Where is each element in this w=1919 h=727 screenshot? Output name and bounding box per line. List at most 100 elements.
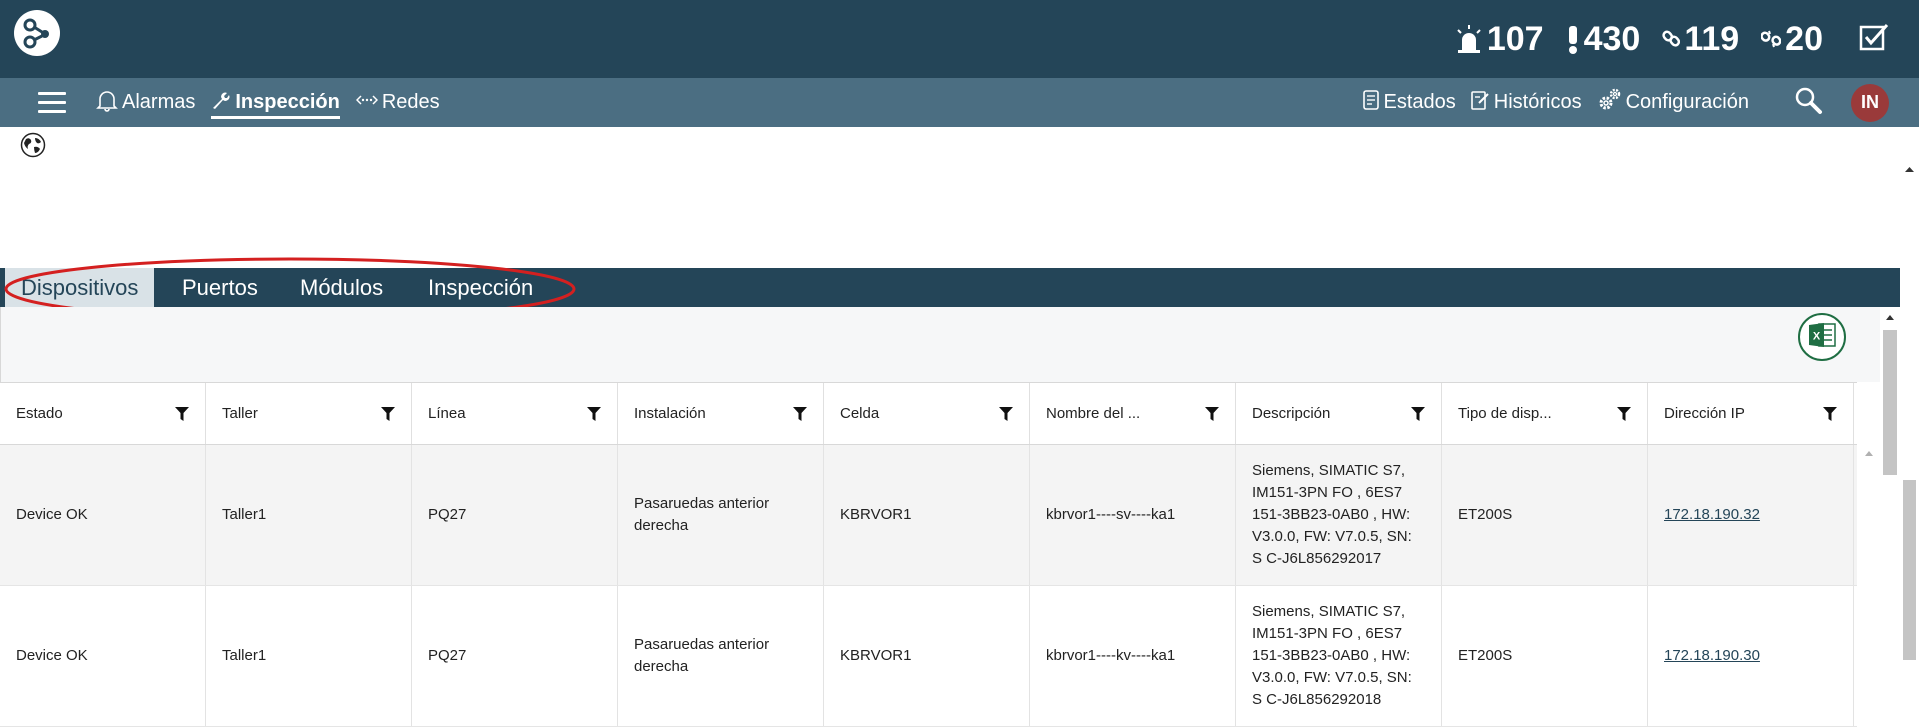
checkbox-icon[interactable] bbox=[1859, 22, 1889, 57]
column-header[interactable]: Línea bbox=[412, 383, 618, 444]
alarm-count: 107 bbox=[1486, 19, 1544, 58]
cell-linea: PQ27 bbox=[412, 586, 618, 726]
filter-icon[interactable] bbox=[1411, 406, 1425, 421]
cell-celda: KBRVOR1 bbox=[824, 445, 1030, 585]
column-title: Nombre del ... bbox=[1046, 405, 1141, 422]
cell-instalacion: Pasaruedas anterior derecha bbox=[618, 586, 824, 726]
nav-inspeccion[interactable]: Inspección bbox=[211, 78, 341, 127]
filter-icon[interactable] bbox=[999, 406, 1013, 421]
alarm-counter[interactable]: 107 bbox=[1455, 20, 1544, 59]
scroll-up-icon[interactable] bbox=[1900, 162, 1919, 176]
hamburger-icon[interactable] bbox=[38, 92, 66, 114]
column-header[interactable]: Nombre del ... bbox=[1030, 383, 1236, 444]
warning-counter[interactable]: 430 bbox=[1566, 19, 1641, 59]
filter-icon[interactable] bbox=[1617, 406, 1631, 421]
devices-table: Estado Taller Línea Instalación Celda No… bbox=[0, 382, 1857, 727]
filter-icon[interactable] bbox=[1205, 406, 1219, 421]
svg-text:X: X bbox=[1813, 330, 1821, 342]
warning-count: 430 bbox=[1583, 19, 1641, 58]
table-header: Estado Taller Línea Instalación Celda No… bbox=[0, 382, 1857, 445]
cell-tipo: ET200S bbox=[1442, 586, 1648, 726]
column-title: Instalación bbox=[634, 405, 706, 422]
bell-icon bbox=[96, 88, 118, 118]
scroll-up-icon[interactable] bbox=[1880, 310, 1900, 324]
table-body: Device OK Taller1 PQ27 Pasaruedas anteri… bbox=[0, 445, 1857, 727]
nav-inspeccion-label: Inspección bbox=[235, 91, 340, 113]
tab-inspeccion[interactable]: Inspección bbox=[428, 268, 533, 307]
nav-bar: Alarmas Inspección Redes Estados Históri… bbox=[0, 78, 1919, 127]
top-bar: 107 430 119 20 bbox=[0, 0, 1919, 78]
edit-doc-icon bbox=[1470, 89, 1490, 117]
tab-puertos[interactable]: Puertos bbox=[182, 268, 258, 307]
report-icon bbox=[1362, 89, 1380, 117]
wrench-icon bbox=[211, 90, 231, 116]
cell-estado: Device OK bbox=[0, 586, 206, 726]
column-header[interactable]: Descripción bbox=[1236, 383, 1442, 444]
column-title: Descripción bbox=[1252, 405, 1331, 422]
column-header[interactable]: Celda bbox=[824, 383, 1030, 444]
search-icon[interactable] bbox=[1793, 85, 1823, 120]
gears-icon bbox=[1596, 87, 1622, 119]
tab-dispositivos[interactable]: Dispositivos bbox=[0, 268, 155, 307]
cell-descripcion: Siemens, SIMATIC S7, IM151-3PN FO , 6ES7… bbox=[1236, 586, 1442, 726]
table-row[interactable]: Device OK Taller1 PQ27 Pasaruedas anteri… bbox=[0, 445, 1857, 586]
ip-link[interactable]: 172.18.190.30 bbox=[1664, 645, 1760, 667]
status-counters: 107 430 119 20 bbox=[1455, 14, 1889, 64]
table-row[interactable]: Device OK Taller1 PQ27 Pasaruedas anteri… bbox=[0, 586, 1857, 727]
excel-icon: X bbox=[1807, 321, 1837, 354]
filter-icon[interactable] bbox=[1823, 406, 1837, 421]
ip-link[interactable]: 172.18.190.32 bbox=[1664, 504, 1760, 526]
exclamation-icon bbox=[1566, 24, 1580, 54]
column-title: Línea bbox=[428, 405, 466, 422]
column-header[interactable]: Tipo de disp... bbox=[1442, 383, 1648, 444]
globe-icon[interactable] bbox=[20, 132, 46, 163]
cell-ip: 172.18.190.32 bbox=[1648, 445, 1854, 585]
cell-taller: Taller1 bbox=[206, 586, 412, 726]
table-scrollbar[interactable] bbox=[1860, 446, 1878, 660]
nav-configuracion-label: Configuración bbox=[1625, 91, 1749, 113]
column-header[interactable]: Taller bbox=[206, 383, 412, 444]
nav-estados[interactable]: Estados bbox=[1362, 78, 1456, 127]
column-header[interactable]: Estado bbox=[0, 383, 206, 444]
broken-link-count: 20 bbox=[1785, 19, 1823, 58]
cell-linea: PQ27 bbox=[412, 445, 618, 585]
siren-alarm-icon bbox=[1455, 24, 1483, 54]
column-header[interactable]: Instalación bbox=[618, 383, 824, 444]
link-counter[interactable]: 119 bbox=[1662, 20, 1739, 59]
nav-redes-label: Redes bbox=[381, 91, 440, 113]
broken-link-icon bbox=[1761, 29, 1782, 49]
column-title: Estado bbox=[16, 405, 63, 422]
nav-estados-label: Estados bbox=[1383, 91, 1456, 113]
filter-icon[interactable] bbox=[381, 406, 395, 421]
filter-icon[interactable] bbox=[793, 406, 807, 421]
column-title: Dirección IP bbox=[1664, 405, 1745, 422]
tab-modulos[interactable]: Módulos bbox=[300, 268, 383, 307]
panel-scrollbar[interactable] bbox=[1880, 160, 1900, 660]
secondary-nav: Estados Históricos Configuración IN bbox=[1362, 78, 1889, 127]
link-count: 119 bbox=[1684, 19, 1740, 58]
cell-celda: KBRVOR1 bbox=[824, 586, 1030, 726]
filter-icon[interactable] bbox=[175, 406, 189, 421]
nav-alarmas[interactable]: Alarmas bbox=[96, 78, 195, 127]
broken-link-counter[interactable]: 20 bbox=[1761, 20, 1823, 59]
cell-nombre: kbrvor1----sv----ka1 bbox=[1030, 445, 1236, 585]
column-header[interactable]: Dirección IP bbox=[1648, 383, 1854, 444]
main-nav: Alarmas Inspección Redes bbox=[96, 78, 440, 127]
network-logo-icon[interactable] bbox=[14, 10, 60, 56]
filter-icon[interactable] bbox=[587, 406, 601, 421]
nav-historicos[interactable]: Históricos bbox=[1470, 78, 1582, 127]
nav-alarmas-label: Alarmas bbox=[122, 91, 196, 113]
nav-redes[interactable]: Redes bbox=[355, 78, 440, 127]
scroll-thumb[interactable] bbox=[1883, 330, 1897, 475]
nav-historicos-label: Históricos bbox=[1493, 91, 1582, 113]
scroll-thumb[interactable] bbox=[1903, 480, 1916, 660]
excel-export-button[interactable]: X bbox=[1798, 313, 1846, 361]
avatar[interactable]: IN bbox=[1851, 83, 1889, 122]
column-title: Celda bbox=[840, 405, 880, 422]
scroll-up-icon[interactable] bbox=[1860, 446, 1878, 460]
cell-taller: Taller1 bbox=[206, 445, 412, 585]
nav-configuracion[interactable]: Configuración bbox=[1596, 78, 1749, 127]
link-icon bbox=[1662, 29, 1681, 49]
page-scrollbar[interactable] bbox=[1900, 160, 1919, 660]
cell-tipo: ET200S bbox=[1442, 445, 1648, 585]
